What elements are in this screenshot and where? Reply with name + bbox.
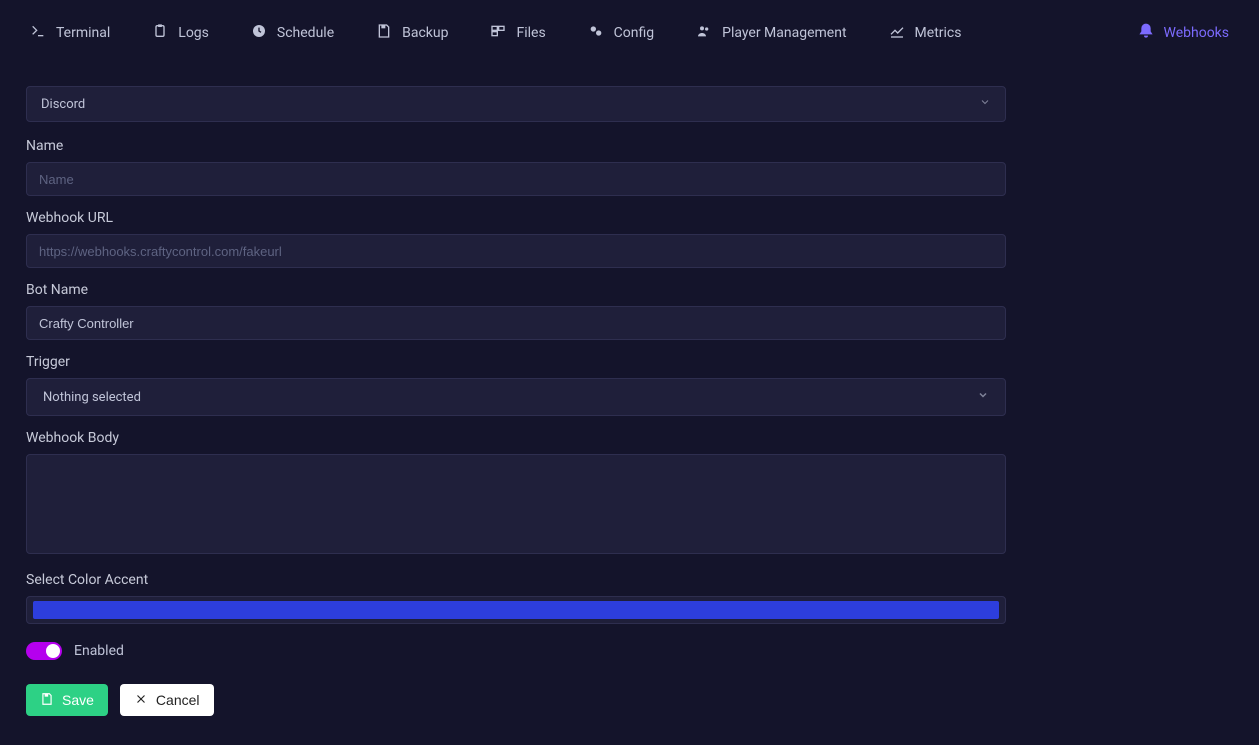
color-swatch: [33, 601, 999, 619]
botname-input[interactable]: [26, 306, 1006, 340]
bell-icon: [1138, 23, 1154, 43]
tab-label: Schedule: [277, 25, 334, 41]
color-label: Select Color Accent: [26, 572, 1006, 588]
tab-label: Logs: [178, 25, 209, 41]
enabled-toggle[interactable]: [26, 642, 62, 660]
clipboard-icon: [152, 23, 168, 43]
save-icon: [376, 23, 392, 43]
gears-icon: [588, 23, 604, 43]
tab-terminal[interactable]: Terminal: [30, 23, 110, 43]
tab-label: Webhooks: [1164, 25, 1230, 41]
service-select[interactable]: Discord: [26, 86, 1006, 122]
body-label: Webhook Body: [26, 430, 1006, 446]
tab-label: Metrics: [915, 25, 962, 41]
chart-icon: [889, 23, 905, 43]
trigger-label: Trigger: [26, 354, 1006, 370]
tab-backup[interactable]: Backup: [376, 23, 448, 43]
webhook-form: Discord Name Webhook URL Bot Name Trigge…: [0, 86, 1032, 736]
tab-player-management[interactable]: Player Management: [696, 23, 846, 43]
cancel-button[interactable]: Cancel: [120, 684, 214, 716]
tab-label: Config: [614, 25, 654, 41]
files-icon: [490, 23, 506, 43]
tab-label: Files: [516, 25, 545, 41]
clock-icon: [251, 23, 267, 43]
tab-label: Player Management: [722, 25, 846, 41]
tab-label: Backup: [402, 25, 448, 41]
body-textarea[interactable]: [26, 454, 1006, 554]
name-input[interactable]: [26, 162, 1006, 196]
enabled-label: Enabled: [74, 643, 124, 659]
tab-label: Terminal: [56, 25, 110, 41]
tab-config[interactable]: Config: [588, 23, 654, 43]
color-input[interactable]: [26, 596, 1006, 624]
toggle-knob: [46, 644, 60, 658]
save-button[interactable]: Save: [26, 684, 108, 716]
terminal-icon: [30, 23, 46, 43]
tab-logs[interactable]: Logs: [152, 23, 209, 43]
botname-label: Bot Name: [26, 282, 1006, 298]
cancel-button-label: Cancel: [156, 692, 200, 708]
chevron-down-icon: [977, 389, 989, 405]
close-icon: [134, 692, 148, 709]
users-icon: [696, 23, 712, 43]
url-label: Webhook URL: [26, 210, 1006, 226]
save-button-label: Save: [62, 692, 94, 708]
trigger-select-value: Nothing selected: [43, 390, 141, 405]
tab-bar: Terminal Logs Schedule Backup Files Conf…: [0, 0, 1259, 66]
trigger-select[interactable]: Nothing selected: [26, 378, 1006, 416]
url-input[interactable]: [26, 234, 1006, 268]
name-label: Name: [26, 138, 1006, 154]
save-icon: [40, 692, 54, 709]
tab-files[interactable]: Files: [490, 23, 545, 43]
service-select-value: Discord: [41, 97, 85, 112]
chevron-down-icon: [979, 96, 991, 112]
tab-webhooks[interactable]: Webhooks: [1138, 23, 1230, 43]
tab-schedule[interactable]: Schedule: [251, 23, 334, 43]
tab-metrics[interactable]: Metrics: [889, 23, 962, 43]
